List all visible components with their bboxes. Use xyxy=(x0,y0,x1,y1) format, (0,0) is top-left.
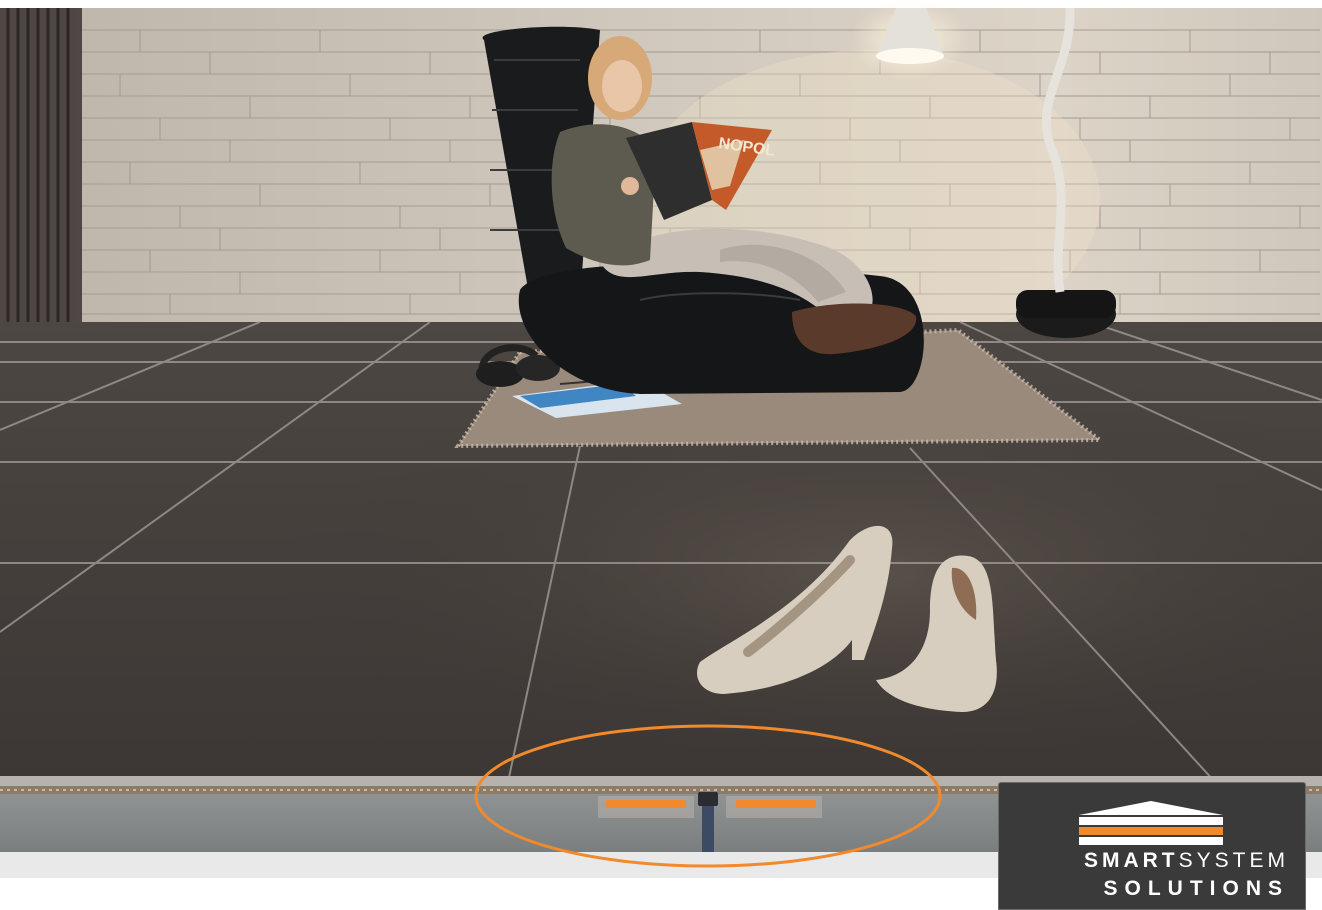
logo-mark-icon xyxy=(1079,801,1223,845)
sheer-curtain xyxy=(0,8,82,330)
logo-wordmark-line1: SMARTSYSTEM xyxy=(1019,849,1289,873)
logo-word-smart: SMART xyxy=(1083,849,1179,872)
product-photo: NOPOL xyxy=(0,0,1322,878)
brand-logo: SMARTSYSTEM SOLUTIONS xyxy=(998,782,1306,910)
logo-word-system: SYSTEM xyxy=(1178,849,1289,872)
logo-wordmark-line2: SOLUTIONS xyxy=(1103,877,1289,900)
pendant-lamp xyxy=(850,0,970,80)
